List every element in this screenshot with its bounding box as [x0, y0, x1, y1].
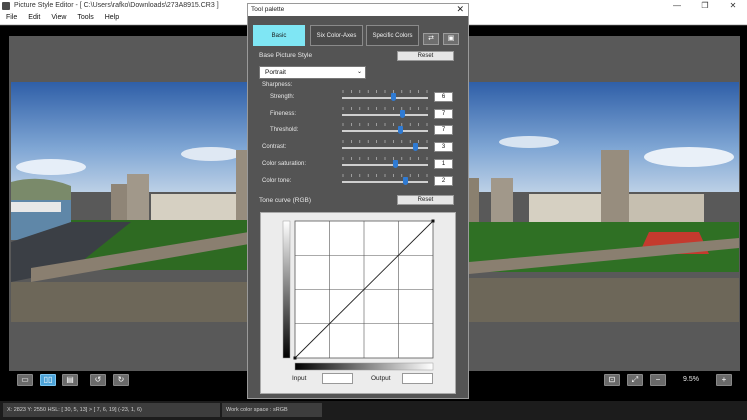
input-field[interactable]: [322, 373, 353, 384]
fineness-slider[interactable]: [342, 107, 428, 119]
fullscreen-button[interactable]: ⤢: [627, 374, 643, 386]
rotate-right-icon[interactable]: ↻: [113, 374, 129, 386]
app-icon: [2, 2, 10, 10]
strength-slider[interactable]: [342, 90, 428, 102]
color-tone-slider[interactable]: [342, 174, 428, 186]
after-image[interactable]: [469, 82, 739, 322]
threshold-value[interactable]: 7: [434, 125, 453, 135]
output-gradient: [282, 220, 291, 359]
load-icon[interactable]: ⇄: [423, 33, 439, 45]
curve-point-end[interactable]: [431, 219, 435, 223]
tone-curve-reset-button[interactable]: Reset: [397, 195, 454, 205]
slider-thumb[interactable]: [399, 110, 405, 118]
fineness-value[interactable]: 7: [434, 109, 453, 119]
tone-curve-graph[interactable]: [261, 213, 457, 395]
contrast-label: Contrast:: [262, 144, 287, 150]
base-style-label: Base Picture Style: [259, 52, 313, 59]
before-image[interactable]: [11, 82, 249, 322]
pixel-info: X: 2823 Y: 2550 HSL: [ 30, 5, 13] > [ 7,…: [3, 403, 220, 417]
tab-specific-colors[interactable]: Specific Colors: [366, 25, 419, 46]
output-label: Output: [371, 375, 391, 382]
tone-curve-panel: [260, 212, 456, 394]
window-title: Picture Style Editor - [ C:\Users\rafko\…: [14, 2, 219, 9]
strength-label: Strength:: [270, 94, 295, 100]
slider-ticks: [342, 107, 428, 110]
color-saturation-slider[interactable]: [342, 157, 428, 169]
slider-track: [342, 114, 428, 116]
zoom-in-button[interactable]: +: [716, 374, 732, 386]
contrast-slider[interactable]: [342, 140, 428, 152]
slider-thumb[interactable]: [403, 177, 409, 185]
rotate-left-icon[interactable]: ↺: [90, 374, 106, 386]
tab-basic[interactable]: Basic: [253, 25, 305, 46]
slider-track: [342, 164, 428, 166]
strength-value[interactable]: 6: [434, 92, 453, 102]
tone-curve-label: Tone curve (RGB): [259, 197, 312, 204]
base-style-select[interactable]: Portrait ⌄: [259, 66, 366, 79]
palette-close-icon[interactable]: ✕: [456, 4, 464, 15]
base-style-value: Portrait: [265, 69, 286, 76]
single-view-button[interactable]: ▭: [17, 374, 33, 386]
threshold-label: Threshold:: [270, 127, 299, 133]
slider-ticks: [342, 174, 428, 177]
color-saturation-label: Color saturation:: [262, 161, 307, 167]
slider-thumb[interactable]: [397, 126, 403, 134]
close-icon[interactable]: ✕: [719, 0, 747, 12]
contrast-value[interactable]: 3: [434, 142, 453, 152]
zoom-out-button[interactable]: −: [650, 374, 666, 386]
color-tone-value[interactable]: 2: [434, 176, 453, 186]
minimize-icon[interactable]: —: [663, 0, 691, 12]
color-tone-label: Color tone:: [262, 178, 292, 184]
menu-help[interactable]: Help: [99, 12, 124, 24]
input-gradient: [294, 362, 434, 371]
menu-edit[interactable]: Edit: [22, 12, 45, 24]
menu-view[interactable]: View: [45, 12, 71, 24]
curve-point-start[interactable]: [293, 356, 297, 360]
sharpness-label: Sharpness:: [262, 82, 293, 88]
slider-ticks: [342, 123, 428, 126]
chevron-down-icon: ⌄: [356, 69, 362, 75]
menu-tools[interactable]: Tools: [71, 12, 98, 24]
menu-file[interactable]: File: [0, 12, 22, 24]
tool-palette: Tool palette ✕ Basic Six Color-Axes Spec…: [247, 3, 469, 399]
color-saturation-value[interactable]: 1: [434, 159, 453, 169]
slider-track: [342, 181, 428, 183]
base-style-reset-button[interactable]: Reset: [397, 51, 454, 61]
palette-title: Tool palette: [251, 6, 285, 13]
palette-titlebar: Tool palette ✕: [248, 4, 468, 16]
output-field[interactable]: [402, 373, 433, 384]
color-space: Work color space : sRGB: [222, 403, 322, 417]
split-view-button[interactable]: ▯▯: [40, 374, 56, 386]
slider-thumb[interactable]: [413, 143, 419, 151]
slider-thumb[interactable]: [392, 160, 398, 168]
zoom-level: 9.5%: [683, 376, 699, 383]
slider-ticks: [342, 157, 428, 160]
threshold-slider[interactable]: [342, 123, 428, 135]
fineness-label: Fineness:: [270, 111, 297, 117]
grid-view-button[interactable]: ▤: [62, 374, 78, 386]
slider-thumb[interactable]: [391, 93, 397, 101]
slider-track: [342, 97, 428, 99]
fit-screen-button[interactable]: ⊡: [604, 374, 620, 386]
input-label: Input: [292, 375, 307, 382]
tab-six-color-axes[interactable]: Six Color-Axes: [310, 25, 363, 46]
window-controls: — ❐ ✕: [663, 0, 747, 12]
restore-icon[interactable]: ❐: [691, 0, 719, 12]
slider-ticks: [342, 90, 428, 93]
slider-track: [342, 130, 428, 132]
save-icon[interactable]: ▣: [443, 33, 459, 45]
